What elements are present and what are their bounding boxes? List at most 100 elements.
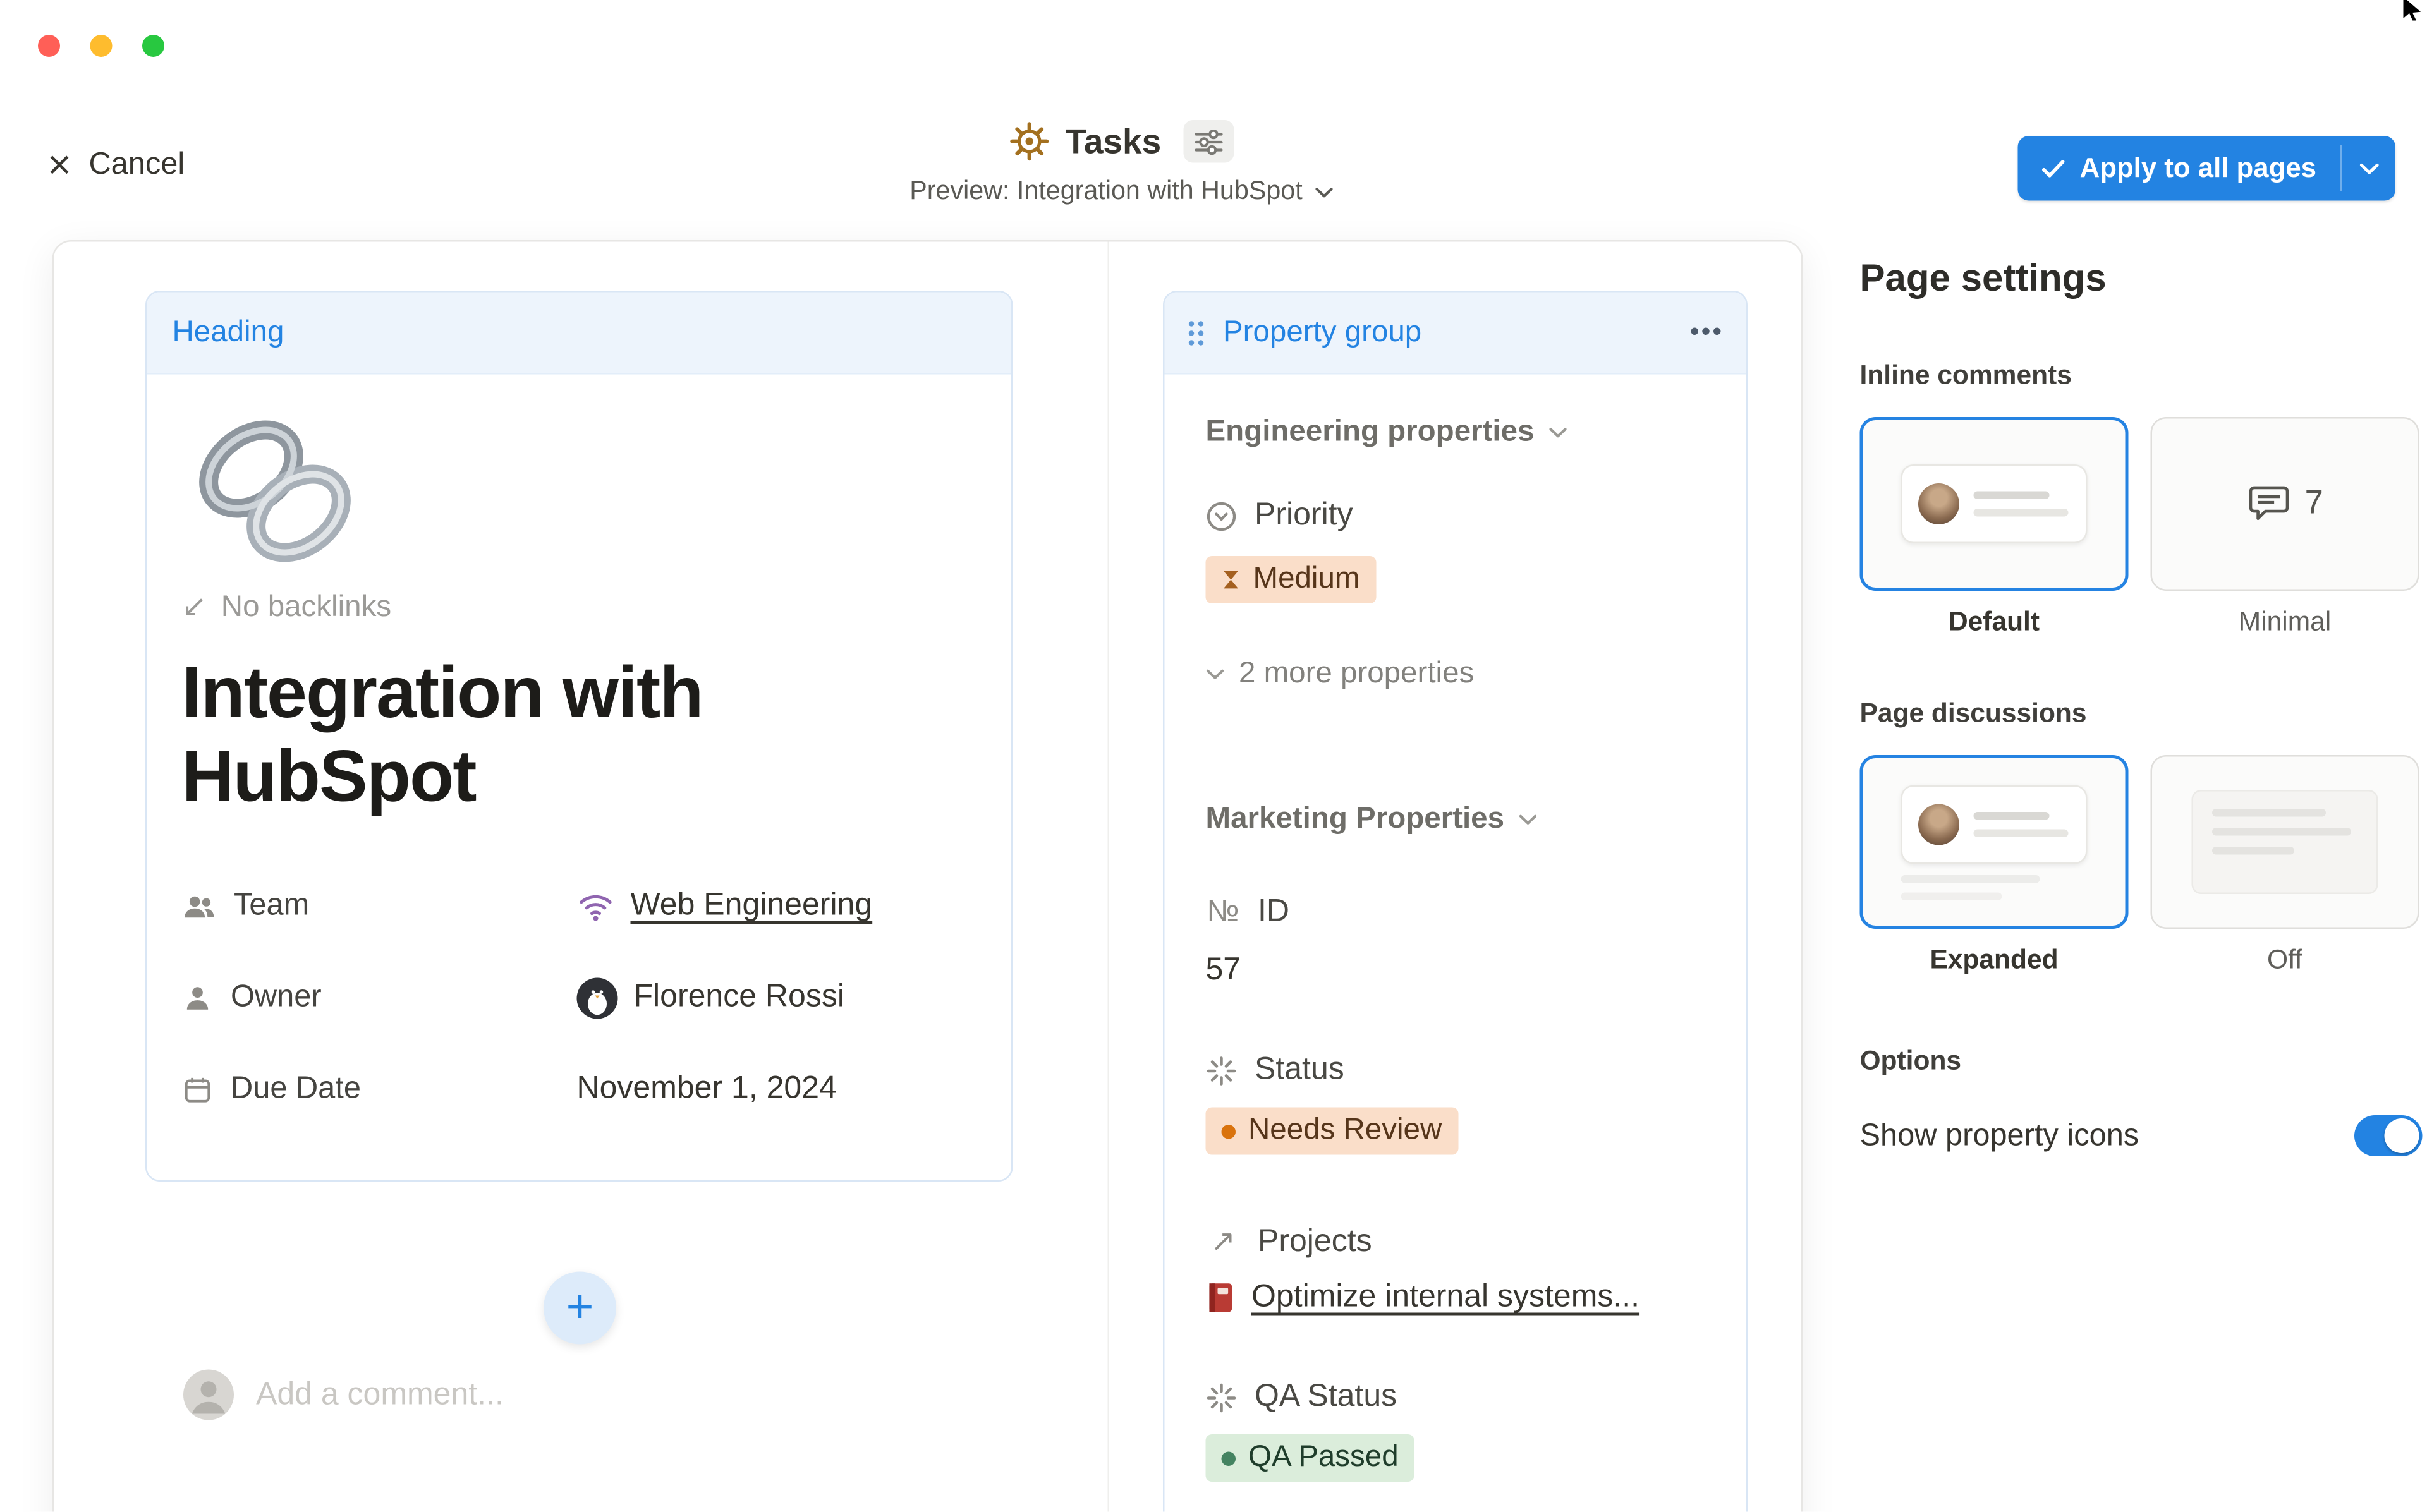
chevron-down-icon xyxy=(1206,668,1225,681)
option-label: Expanded xyxy=(1930,945,2058,976)
check-icon xyxy=(2042,159,2066,178)
projects-property[interactable]: ↗ Projects xyxy=(1206,1225,1705,1261)
group-title-label: Engineering properties xyxy=(1206,416,1535,451)
property-label: Due Date xyxy=(231,1072,361,1108)
due-date-value[interactable]: November 1, 2024 xyxy=(577,1072,837,1108)
id-value[interactable]: 57 xyxy=(1206,953,1705,989)
qa-status-dot xyxy=(1222,1451,1236,1465)
relation-arrow-icon: ↗ xyxy=(1206,1225,1241,1261)
qa-status-label: QA Status xyxy=(1255,1379,1397,1416)
inline-comments-option-default[interactable]: Default xyxy=(1860,417,2129,638)
page-settings-panel: Page settings Inline comments Default xyxy=(1860,259,2423,1156)
show-property-icons-toggle[interactable] xyxy=(2354,1115,2423,1156)
hourglass-icon xyxy=(1222,569,1241,591)
add-comment-field[interactable]: Add a comment... xyxy=(183,1370,504,1420)
backlinks-label: No backlinks xyxy=(221,590,391,625)
project-relation-link[interactable]: Optimize internal systems... xyxy=(1206,1279,1705,1316)
priority-icon xyxy=(1206,500,1238,531)
red-book-icon xyxy=(1206,1281,1236,1315)
preview-page-selector[interactable]: Preview: Integration with HubSpot xyxy=(909,177,1334,207)
numero-icon: № xyxy=(1206,895,1241,929)
inline-comments-option-minimal[interactable]: 7 Minimal xyxy=(2151,417,2419,638)
more-properties-toggle[interactable]: 2 more properties xyxy=(1206,657,1705,692)
page-settings-title: Page settings xyxy=(1860,259,2423,300)
qa-status-tag[interactable]: QA Passed xyxy=(1206,1434,1414,1482)
option-label: Default xyxy=(1949,607,2040,638)
heading-block-header[interactable]: Heading xyxy=(147,293,1012,375)
comment-placeholder: Add a comment... xyxy=(256,1377,504,1413)
team-value-link[interactable]: Web Engineering xyxy=(631,888,873,925)
property-label: Team xyxy=(234,888,309,925)
drag-handle-icon[interactable] xyxy=(1187,318,1206,347)
priority-tag[interactable]: Medium xyxy=(1206,556,1376,603)
more-menu-icon[interactable]: ••• xyxy=(1690,318,1724,347)
header-center: Tasks Preview: Integration with HubSpot xyxy=(790,120,1454,207)
backlinks-indicator[interactable]: ↙ No backlinks xyxy=(182,590,977,626)
status-tag-label: Needs Review xyxy=(1248,1114,1442,1149)
add-block-button[interactable]: + xyxy=(544,1272,616,1345)
minimize-window-button[interactable] xyxy=(90,35,113,57)
qa-status-property[interactable]: QA Status xyxy=(1206,1379,1705,1416)
customize-settings-button[interactable] xyxy=(1183,120,1234,163)
window-titlebar xyxy=(0,0,2427,92)
property-group-block: Property group ••• Engineering propertie… xyxy=(1163,291,1748,1512)
page-discussions-option-off[interactable]: Off xyxy=(2151,755,2419,976)
preview-avatar xyxy=(1918,483,1959,524)
id-property[interactable]: № ID xyxy=(1206,894,1705,931)
wifi-icon xyxy=(577,890,615,923)
sliders-icon xyxy=(1195,129,1223,154)
property-group-header[interactable]: Property group ••• xyxy=(1165,293,1746,375)
cancel-button[interactable]: × Cancel xyxy=(47,145,185,183)
chevron-down-icon xyxy=(1548,426,1567,439)
page-discussions-label: Page discussions xyxy=(1860,698,2423,730)
page-discussions-option-expanded[interactable]: Expanded xyxy=(1860,755,2129,976)
close-icon: × xyxy=(47,145,71,183)
user-avatar xyxy=(183,1370,234,1420)
page-title: Tasks xyxy=(1065,121,1161,162)
options-label: Options xyxy=(1860,1046,2423,1077)
calendar-icon xyxy=(182,1074,214,1105)
project-link-label: Optimize internal systems... xyxy=(1251,1279,1639,1316)
property-row-due-date[interactable]: Due Date November 1, 2024 xyxy=(182,1044,977,1135)
page-preview-canvas: Heading ↙ No backlinks Integration with … xyxy=(52,240,1803,1512)
close-window-button[interactable] xyxy=(38,35,60,57)
property-label: Owner xyxy=(231,980,322,1017)
plus-icon: + xyxy=(566,1285,594,1332)
preview-label: Preview: Integration with HubSpot xyxy=(909,177,1302,207)
inline-comments-label: Inline comments xyxy=(1860,360,2423,392)
apply-to-all-pages-button[interactable]: Apply to all pages xyxy=(2018,136,2395,201)
projects-label: Projects xyxy=(1258,1225,1372,1261)
property-row-team[interactable]: Team Web Engineering xyxy=(182,861,977,952)
status-tag[interactable]: Needs Review xyxy=(1206,1108,1458,1155)
preview-avatar xyxy=(1918,803,1959,844)
apply-dropdown-button[interactable] xyxy=(2342,136,2395,201)
team-icon xyxy=(182,889,217,924)
group-engineering-toggle[interactable]: Engineering properties xyxy=(1206,416,1705,451)
status-property[interactable]: Status xyxy=(1206,1052,1705,1089)
status-label: Status xyxy=(1255,1052,1344,1089)
column-divider xyxy=(1108,242,1110,1512)
backlink-arrow-icon: ↙ xyxy=(182,590,207,626)
status-spinner-icon xyxy=(1206,1055,1238,1086)
zoom-window-button[interactable] xyxy=(142,35,164,57)
priority-property[interactable]: Priority xyxy=(1206,498,1705,535)
traffic-lights xyxy=(38,35,164,57)
status-spinner-icon xyxy=(1206,1381,1238,1413)
owner-value[interactable]: Florence Rossi xyxy=(634,980,844,1017)
property-row-owner[interactable]: Owner Florence Rossi xyxy=(182,952,977,1044)
group-marketing-toggle[interactable]: Marketing Properties xyxy=(1206,802,1705,837)
cancel-label: Cancel xyxy=(88,146,185,183)
chains-page-icon[interactable] xyxy=(182,416,977,567)
show-property-icons-label: Show property icons xyxy=(1860,1118,2139,1154)
qa-tag-label: QA Passed xyxy=(1248,1441,1399,1475)
more-properties-label: 2 more properties xyxy=(1239,657,1474,692)
chevron-down-icon xyxy=(1519,814,1538,826)
option-label: Off xyxy=(2267,945,2302,976)
toggle-knob xyxy=(2385,1118,2419,1153)
chevron-down-icon xyxy=(1315,186,1334,198)
page-mock-preview xyxy=(2192,790,2378,894)
apply-label: Apply to all pages xyxy=(2080,152,2316,185)
document-title[interactable]: Integration with HubSpot xyxy=(182,651,972,820)
option-label: Minimal xyxy=(2239,607,2331,638)
comment-count: 7 xyxy=(2305,485,2323,523)
